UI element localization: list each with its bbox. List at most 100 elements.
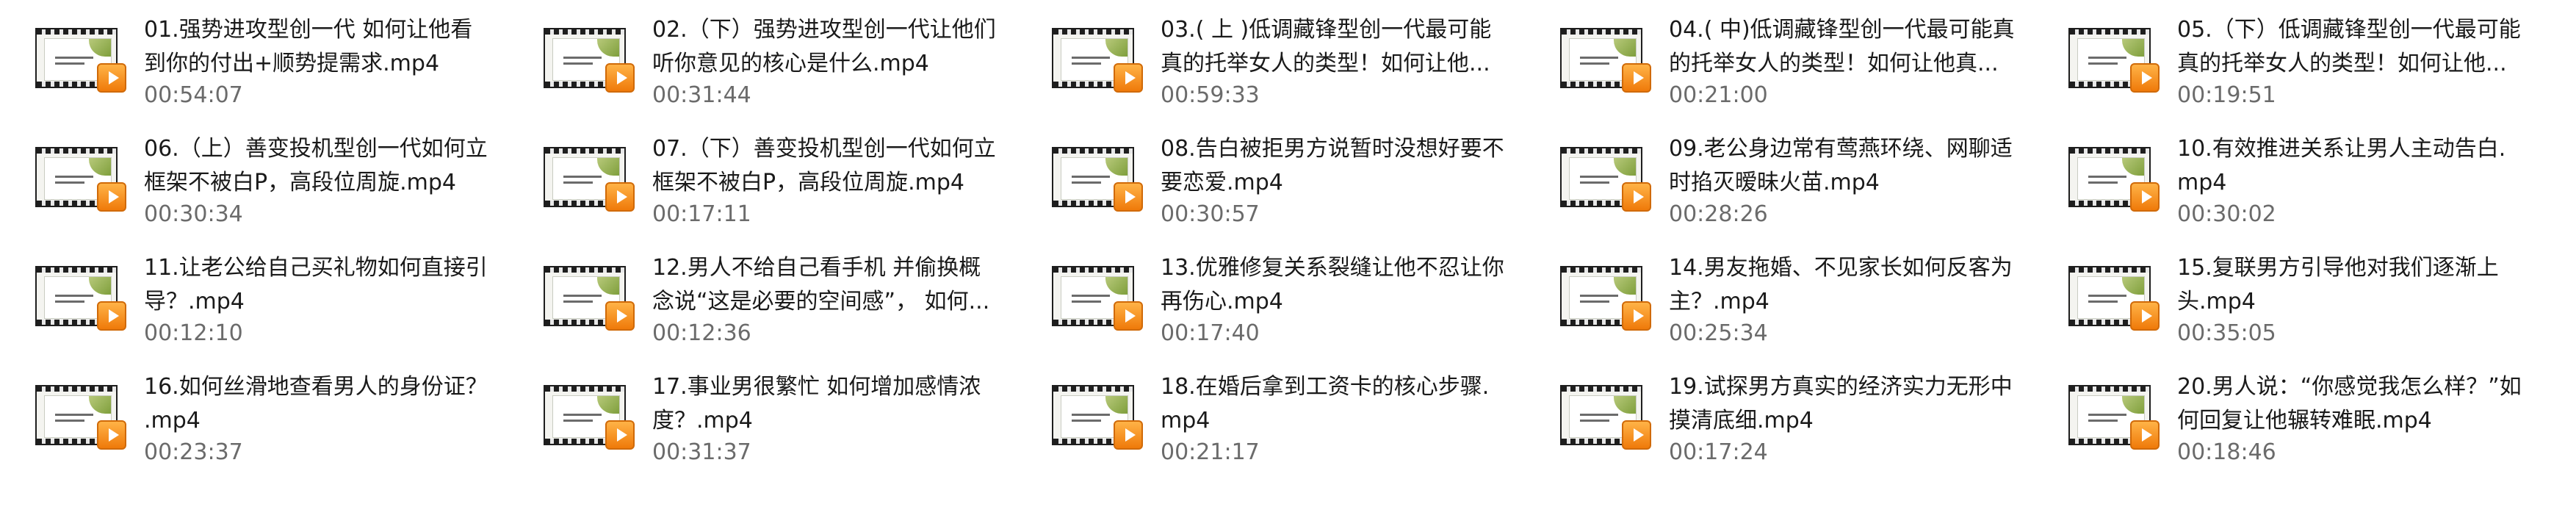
file-item[interactable]: 15.复联男方引导他对我们逐渐上 头.mp4 00:35:05: [2033, 238, 2540, 356]
play-icon: [2130, 63, 2160, 93]
play-icon: [605, 301, 635, 331]
file-item[interactable]: 20.男人说：“你感觉我怎么样？”如 何回复让他辗转难眠.mp4 00:18:46: [2033, 357, 2540, 475]
file-duration: 00:35:05: [2177, 320, 2276, 346]
play-icon: [1114, 420, 1143, 450]
play-icon: [605, 63, 635, 93]
video-file-icon: [1560, 147, 1653, 213]
play-icon: [2130, 420, 2160, 450]
file-name-line: 的托举女人的类型！如何让他真...: [1669, 51, 1999, 76]
file-duration: 00:12:10: [144, 320, 243, 346]
file-name-line: 12.男人不给自己看手机 并偷换概: [652, 255, 981, 281]
file-item[interactable]: 09.老公身边常有莺燕环绕、网聊适 时掐灭暧昧火苗.mp4 00:28:26: [1525, 119, 2032, 237]
file-name-line: 06.（上）善变投机型创一代如何立: [144, 136, 488, 162]
video-file-icon: [2068, 266, 2161, 332]
file-name-line: 头.mp4: [2177, 289, 2256, 314]
file-duration: 00:31:44: [652, 82, 751, 108]
file-name-line: 主？.mp4: [1669, 289, 1769, 314]
file-duration: 00:30:57: [1161, 201, 1260, 227]
play-icon: [1622, 301, 1651, 331]
file-item[interactable]: 03.( 上 )低调藏锋型创一代最可能 真的托举女人的类型！如何让他... 00:5…: [1017, 0, 1523, 118]
file-name: 06.（上）善变投机型创一代如何立 框架不被白P，高段位周旋.mp4: [144, 132, 504, 200]
file-name: 04.( 中)低调藏锋型创一代最可能真 的托举女人的类型！如何让他真...: [1669, 13, 2029, 81]
file-name: 07.（下）善变投机型创一代如何立 框架不被白P，高段位周旋.mp4: [652, 132, 1012, 200]
play-icon: [605, 420, 635, 450]
file-name-line: 导？.mp4: [144, 289, 245, 314]
file-name: 01.强势进攻型创一代 如何让他看 到你的付出+顺势提需求.mp4: [144, 13, 504, 81]
file-name-line: 真的托举女人的类型！如何让他...: [2177, 51, 2507, 76]
file-name: 18.在婚后拿到工资卡的核心步骤. mp4: [1161, 370, 1520, 438]
play-icon: [1622, 420, 1651, 450]
file-item[interactable]: 02.（下）强势进攻型创一代让他们 听你意见的核心是什么.mp4 00:31:44: [508, 0, 1015, 118]
file-name: 19.试探男方真实的经济实力无形中 摸清底细.mp4: [1669, 370, 2029, 438]
play-icon: [1114, 301, 1143, 331]
video-file-icon: [2068, 147, 2161, 213]
video-file-icon: [35, 147, 128, 213]
play-icon: [2130, 301, 2160, 331]
file-duration: 00:54:07: [144, 82, 243, 108]
video-file-icon: [1052, 385, 1144, 451]
file-item[interactable]: 04.( 中)低调藏锋型创一代最可能真 的托举女人的类型！如何让他真... 00:2…: [1525, 0, 2032, 118]
file-item[interactable]: 08.告白被拒男方说暂时没想好要不 要恋爱.mp4 00:30:57: [1017, 119, 1523, 237]
file-name-line: 07.（下）善变投机型创一代如何立: [652, 136, 996, 162]
file-name-line: 18.在婚后拿到工资卡的核心步骤.: [1161, 374, 1490, 400]
video-file-icon: [1052, 147, 1144, 213]
file-item[interactable]: 06.（上）善变投机型创一代如何立 框架不被白P，高段位周旋.mp4 00:30:3…: [0, 119, 507, 237]
play-icon: [1114, 182, 1143, 212]
file-name-line: 框架不被白P，高段位周旋.mp4: [144, 170, 456, 195]
file-item[interactable]: 10.有效推进关系让男人主动告白. mp4 00:30:02: [2033, 119, 2540, 237]
file-item[interactable]: 11.让老公给自己买礼物如何直接引 导？.mp4 00:12:10: [0, 238, 507, 356]
file-duration: 00:31:37: [652, 439, 751, 465]
file-duration: 00:30:02: [2177, 201, 2276, 227]
file-duration: 00:28:26: [1669, 201, 1768, 227]
file-name-line: 09.老公身边常有莺燕环绕、网聊适: [1669, 136, 2013, 162]
play-icon: [1114, 63, 1143, 93]
file-item[interactable]: 17.事业男很繁忙 如何增加感情浓 度？.mp4 00:31:37: [508, 357, 1015, 475]
file-name: 17.事业男很繁忙 如何增加感情浓 度？.mp4: [652, 370, 1012, 438]
file-name-line: 20.男人说：“你感觉我怎么样？”如: [2177, 374, 2522, 400]
video-file-icon: [544, 28, 636, 94]
file-item[interactable]: 19.试探男方真实的经济实力无形中 摸清底细.mp4 00:17:24: [1525, 357, 2032, 475]
file-name-line: 念说“这是必要的空间感”， 如何...: [652, 289, 990, 314]
video-file-icon: [544, 147, 636, 213]
file-name-line: 04.( 中)低调藏锋型创一代最可能真: [1669, 17, 2015, 43]
video-file-icon: [2068, 28, 2161, 94]
file-name-line: 要恋爱.mp4: [1161, 170, 1283, 195]
file-name-line: mp4: [2177, 170, 2227, 195]
file-duration: 00:23:37: [144, 439, 243, 465]
play-icon: [2130, 182, 2160, 212]
file-duration: 00:18:46: [2177, 439, 2276, 465]
play-icon: [97, 420, 126, 450]
file-name: 16.如何丝滑地查看男人的身份证？ .mp4: [144, 370, 504, 438]
file-name-line: 真的托举女人的类型！如何让他...: [1161, 51, 1490, 76]
file-item[interactable]: 13.优雅修复关系裂缝让他不忍让你 再伤心.mp4 00:17:40: [1017, 238, 1523, 356]
file-item[interactable]: 16.如何丝滑地查看男人的身份证？ .mp4 00:23:37: [0, 357, 507, 475]
file-item[interactable]: 12.男人不给自己看手机 并偷换概 念说“这是必要的空间感”， 如何... 00:1…: [508, 238, 1015, 356]
file-item[interactable]: 14.男友拖婚、不见家长如何反客为 主？.mp4 00:25:34: [1525, 238, 2032, 356]
file-name: 12.男人不给自己看手机 并偷换概 念说“这是必要的空间感”， 如何...: [652, 251, 1012, 319]
play-icon: [97, 301, 126, 331]
file-name: 09.老公身边常有莺燕环绕、网聊适 时掐灭暧昧火苗.mp4: [1669, 132, 2029, 200]
file-name: 11.让老公给自己买礼物如何直接引 导？.mp4: [144, 251, 504, 319]
file-duration: 00:59:33: [1161, 82, 1260, 108]
file-name: 15.复联男方引导他对我们逐渐上 头.mp4: [2177, 251, 2537, 319]
file-name-line: 14.男友拖婚、不见家长如何反客为: [1669, 255, 2013, 281]
play-icon: [605, 182, 635, 212]
video-file-icon: [1052, 28, 1144, 94]
file-name: 02.（下）强势进攻型创一代让他们 听你意见的核心是什么.mp4: [652, 13, 1012, 81]
file-name-line: 听你意见的核心是什么.mp4: [652, 51, 929, 76]
file-name-line: 时掐灭暧昧火苗.mp4: [1669, 170, 1880, 195]
file-item[interactable]: 01.强势进攻型创一代 如何让他看 到你的付出+顺势提需求.mp4 00:54:07: [0, 0, 507, 118]
play-icon: [1622, 63, 1651, 93]
file-name-line: 摸清底细.mp4: [1669, 408, 1814, 433]
video-file-icon: [1560, 266, 1653, 332]
file-name-line: 框架不被白P，高段位周旋.mp4: [652, 170, 964, 195]
file-item[interactable]: 05.（下）低调藏锋型创一代最可能 真的托举女人的类型！如何让他... 00:19:…: [2033, 0, 2540, 118]
file-item[interactable]: 07.（下）善变投机型创一代如何立 框架不被白P，高段位周旋.mp4 00:17:1…: [508, 119, 1015, 237]
play-icon: [97, 182, 126, 212]
file-name-line: 何回复让他辗转难眠.mp4: [2177, 408, 2432, 433]
file-name-line: .mp4: [144, 408, 201, 433]
file-item[interactable]: 18.在婚后拿到工资卡的核心步骤. mp4 00:21:17: [1017, 357, 1523, 475]
video-file-icon: [1052, 266, 1144, 332]
file-name-line: 19.试探男方真实的经济实力无形中: [1669, 374, 2013, 400]
file-name-line: 再伤心.mp4: [1161, 289, 1283, 314]
